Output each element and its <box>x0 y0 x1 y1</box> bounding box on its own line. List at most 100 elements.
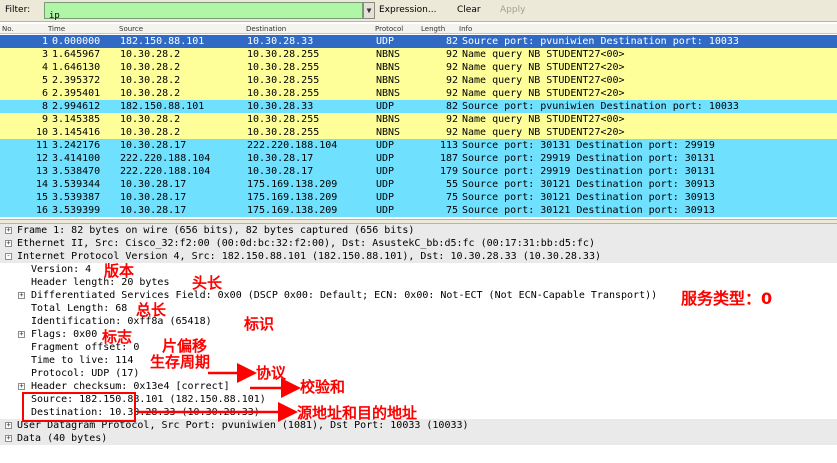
packet-row[interactable]: 13 3.538470 222.220.188.104 10.30.28.17 UDP 1… <box>0 165 837 178</box>
cell-destination: 222.220.188.104 <box>247 140 338 151</box>
cell-source: 10.30.28.2 <box>120 75 181 86</box>
cell-no: 5 <box>41 75 48 86</box>
cell-no: 9 <box>41 114 48 125</box>
filter-toolbar: Filter: ▼ Expression... Clear Apply <box>0 0 837 24</box>
filter-dropdown-button[interactable]: ▼ <box>363 2 375 19</box>
packet-row[interactable]: 9 3.145385 10.30.28.2 10.30.28.255 NBNS 92 Nam… <box>0 113 837 126</box>
column-header-no[interactable]: No. <box>2 25 14 33</box>
cell-length: 187 <box>439 153 458 164</box>
column-header-destination[interactable]: Destination <box>246 25 286 33</box>
cell-no: 16 <box>35 205 48 216</box>
packet-row[interactable]: 14 3.539344 10.30.28.17 175.169.138.209 UDP 5… <box>0 178 837 191</box>
column-header-time[interactable]: Time <box>48 25 65 33</box>
column-header-source[interactable]: Source <box>119 25 143 33</box>
cell-destination: 10.30.28.255 <box>247 114 320 125</box>
cell-length: 113 <box>439 140 458 151</box>
cell-protocol: UDP <box>376 36 395 47</box>
packet-row[interactable]: 15 3.539387 10.30.28.17 175.169.138.209 UDP 7… <box>0 191 837 204</box>
cell-source: 10.30.28.17 <box>120 179 187 190</box>
packet-list: 1 0.000000 182.150.88.101 10.30.28.33 UDP 82 S… <box>0 35 837 219</box>
column-header-length[interactable]: Length <box>421 25 445 33</box>
cell-protocol: NBNS <box>376 114 401 125</box>
cell-time: 3.414100 <box>52 153 101 164</box>
cell-info: Name query NB STUDENT27<00> <box>462 75 625 86</box>
cell-destination: 10.30.28.255 <box>247 49 320 60</box>
apply-button[interactable]: Apply <box>500 5 525 15</box>
cell-info: Name query NB STUDENT27<20> <box>462 62 625 73</box>
clear-button[interactable]: Clear <box>457 5 481 15</box>
cell-length: 92 <box>445 127 458 138</box>
annotation-total-length: 总长 <box>136 301 167 319</box>
expression-button[interactable]: Expression... <box>379 5 436 15</box>
cell-destination: 10.30.28.33 <box>247 101 314 112</box>
tree-line-frame[interactable]: + Frame 1: 82 bytes on wire (656 bits), 8… <box>0 224 837 237</box>
packet-row[interactable]: 8 2.994612 182.150.88.101 10.30.28.33 UDP 82 S… <box>0 100 837 113</box>
packet-row[interactable]: 16 3.539399 10.30.28.17 175.169.138.209 UDP 7… <box>0 204 837 217</box>
expand-icon[interactable]: + <box>18 331 25 338</box>
cell-time: 2.395372 <box>52 75 101 86</box>
column-header-protocol[interactable]: Protocol <box>375 25 403 33</box>
cell-source: 182.150.88.101 <box>120 36 205 47</box>
cell-protocol: NBNS <box>376 88 401 99</box>
cell-length: 92 <box>445 75 458 86</box>
packet-row[interactable]: 10 3.145416 10.30.28.2 10.30.28.255 NBNS 92 Na… <box>0 126 837 139</box>
cell-protocol: NBNS <box>376 127 401 138</box>
cell-protocol: NBNS <box>376 75 401 86</box>
cell-length: 75 <box>445 205 458 216</box>
column-header-info[interactable]: Info <box>459 25 472 33</box>
annotation-header-length: 头长 <box>192 274 223 292</box>
cell-protocol: UDP <box>376 101 395 112</box>
expand-icon[interactable]: + <box>5 422 12 429</box>
cell-length: 82 <box>445 36 458 47</box>
cell-no: 6 <box>41 88 48 99</box>
expand-icon[interactable]: + <box>5 227 12 234</box>
cell-length: 92 <box>445 49 458 60</box>
packet-row[interactable]: 12 3.414100 222.220.188.104 10.30.28.17 UDP 1… <box>0 152 837 165</box>
cell-length: 92 <box>445 88 458 99</box>
packet-row[interactable]: 3 1.645967 10.30.28.2 10.30.28.255 NBNS 92 Nam… <box>0 48 837 61</box>
tree-line-ethernet[interactable]: + Ethernet II, Src: Cisco_32:f2:00 (00:0d… <box>0 237 837 250</box>
expand-icon[interactable]: + <box>5 240 12 247</box>
cell-protocol: NBNS <box>376 62 401 73</box>
collapse-icon[interactable]: - <box>5 253 12 260</box>
annotation-addresses: 源地址和目的地址 <box>297 404 418 422</box>
cell-info: Source port: pvuniwien Destination port:… <box>462 36 739 47</box>
packet-row[interactable]: 11 3.242176 10.30.28.17 222.220.188.104 UDP 1… <box>0 139 837 152</box>
tree-line-ttl[interactable]: Time to live: 114 <box>0 354 837 367</box>
expand-icon[interactable]: + <box>18 383 25 390</box>
annotation-protocol: 协议 <box>256 364 287 382</box>
packet-list-header: No. Time Source Destination Protocol Len… <box>0 24 837 34</box>
cell-source: 182.150.88.101 <box>120 101 205 112</box>
cell-info: Name query NB STUDENT27<20> <box>462 127 625 138</box>
cell-info: Source port: pvuniwien Destination port:… <box>462 101 739 112</box>
cell-time: 2.395401 <box>52 88 101 99</box>
tree-line-text: Time to live: 114 <box>31 355 134 366</box>
filter-input-box[interactable] <box>44 2 363 24</box>
cell-source: 10.30.28.2 <box>120 62 181 73</box>
cell-time: 3.539387 <box>52 192 101 203</box>
cell-destination: 10.30.28.17 <box>247 166 314 177</box>
expand-icon[interactable]: + <box>18 292 25 299</box>
tree-line-data[interactable]: + Data (40 bytes) <box>0 432 837 445</box>
cell-destination: 10.30.28.255 <box>247 88 320 99</box>
expand-icon[interactable]: + <box>5 435 12 442</box>
packet-row[interactable]: 1 0.000000 182.150.88.101 10.30.28.33 UDP 82 S… <box>0 35 837 48</box>
cell-time: 0.000000 <box>52 36 101 47</box>
packet-row[interactable]: 6 2.395401 10.30.28.2 10.30.28.255 NBNS 92 Nam… <box>0 87 837 100</box>
cell-info: Name query NB STUDENT27<00> <box>462 114 625 125</box>
cell-no: 8 <box>41 101 48 112</box>
tree-line-protocol[interactable]: Protocol: UDP (17) <box>0 367 837 380</box>
cell-no: 12 <box>35 153 48 164</box>
tree-line-text: Header length: 20 bytes <box>31 277 170 288</box>
packet-row[interactable]: 4 1.646130 10.30.28.2 10.30.28.255 NBNS 92 Nam… <box>0 61 837 74</box>
cell-source: 10.30.28.2 <box>120 127 181 138</box>
tree-line-text: Flags: 0x00 <box>31 329 98 340</box>
cell-time: 3.242176 <box>52 140 101 151</box>
tree-line-text: Protocol: UDP (17) <box>31 368 140 379</box>
cell-destination: 175.169.138.209 <box>247 192 338 203</box>
cell-destination: 10.30.28.255 <box>247 127 320 138</box>
filter-input[interactable] <box>45 8 362 24</box>
address-highlight-box <box>22 392 136 422</box>
packet-row[interactable]: 5 2.395372 10.30.28.2 10.30.28.255 NBNS 92 Nam… <box>0 74 837 87</box>
tree-line-text: Total Length: 68 <box>31 303 128 314</box>
